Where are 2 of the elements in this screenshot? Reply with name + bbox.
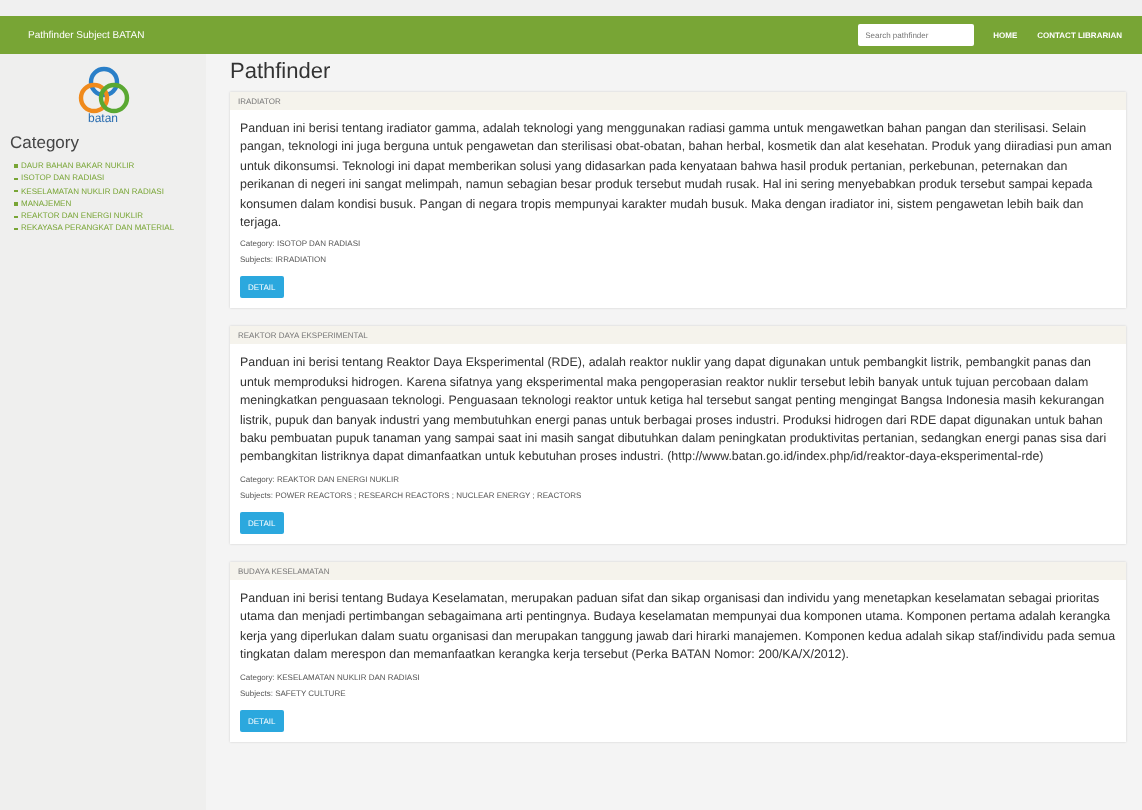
sidebar-heading: Category	[10, 132, 81, 152]
page-title: Pathfinder	[230, 60, 333, 84]
